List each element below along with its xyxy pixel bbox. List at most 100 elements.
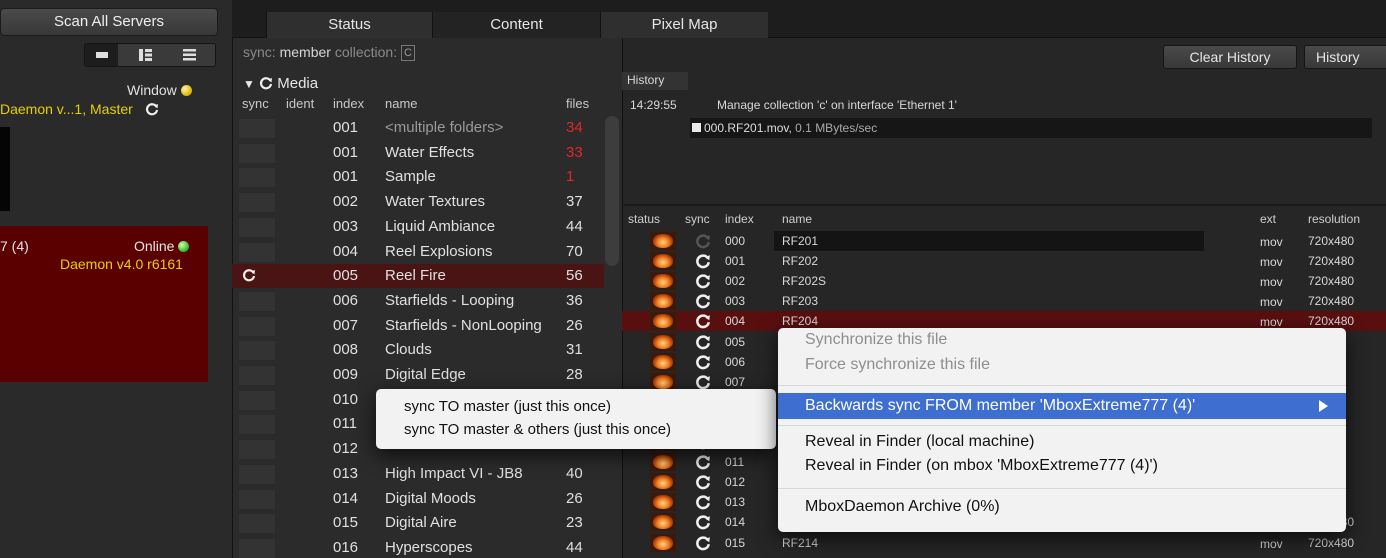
menu-item-sync-to-master[interactable]: sync TO master (just this once)	[404, 398, 611, 415]
menu-item-force-synchronize[interactable]: Force synchronize this file	[805, 356, 990, 374]
col-file-index[interactable]: index	[725, 212, 754, 226]
sync-cell[interactable]	[238, 414, 276, 436]
sync-cell[interactable]	[238, 167, 276, 189]
tab-pixel-map[interactable]: Pixel Map	[600, 12, 768, 38]
server-daemon-row[interactable]: Daemon v...1, Master	[0, 101, 159, 117]
list-view-button[interactable]	[173, 44, 206, 66]
col-files[interactable]: files	[566, 96, 589, 111]
menu-item-reveal-mbox[interactable]: Reveal in Finder (on mbox 'MboxExtreme77…	[805, 457, 1158, 475]
collection-label: collection:	[334, 44, 398, 60]
menu-item-daemon-archive[interactable]: MboxDaemon Archive (0%)	[805, 498, 1000, 516]
file-row[interactable]: 002 RF202S mov 720x480	[622, 271, 1386, 291]
view-mode-toggle[interactable]	[84, 43, 216, 67]
content-row[interactable]: 014 Digital Moods 26	[232, 487, 604, 511]
file-thumbnail	[650, 533, 676, 552]
row-index: 014	[333, 489, 359, 507]
sync-icon[interactable]	[242, 268, 256, 282]
tab-status[interactable]: Status	[266, 12, 432, 38]
sync-icon[interactable]	[695, 253, 711, 269]
col-resolution[interactable]: resolution	[1308, 212, 1360, 226]
menu-item-backwards-sync[interactable]: Backwards sync FROM member 'MboxExtreme7…	[778, 393, 1346, 419]
file-row[interactable]: 003 RF203 mov 720x480	[622, 291, 1386, 311]
file-index: 012	[725, 475, 746, 490]
pane-divider[interactable]	[208, 226, 232, 558]
content-row[interactable]: 008 Clouds 31	[232, 338, 604, 362]
col-ext[interactable]: ext	[1260, 212, 1276, 226]
sync-cell[interactable]	[238, 142, 276, 164]
content-row[interactable]: 005 Reel Fire 56	[232, 264, 604, 289]
tab-content[interactable]: Content	[432, 12, 600, 38]
history-button[interactable]: History	[1304, 45, 1386, 69]
sync-cell[interactable]	[238, 439, 276, 461]
file-thumbnail	[650, 232, 676, 250]
sync-icon[interactable]	[695, 374, 711, 390]
sync-icon[interactable]	[695, 514, 711, 530]
sync-icon[interactable]	[695, 474, 711, 490]
content-row[interactable]: 007 Starfields - NonLooping 26	[232, 314, 604, 338]
grid-view-button[interactable]	[129, 44, 162, 66]
list-view-icon	[183, 49, 196, 61]
file-row[interactable]: 001 RF202 mov 720x480	[622, 251, 1386, 271]
col-index[interactable]: index	[333, 96, 364, 111]
sync-cell[interactable]	[238, 537, 276, 558]
history-message: Manage collection 'c' on interface 'Ethe…	[717, 98, 957, 112]
file-row[interactable]: 000 RF201 mov 720x480	[622, 231, 1386, 251]
clear-history-button[interactable]: Clear History	[1163, 45, 1297, 69]
content-row[interactable]: 004 Reel Explosions 70	[232, 240, 604, 264]
sync-icon[interactable]	[695, 535, 711, 551]
collection-value[interactable]: C	[400, 45, 415, 62]
sync-cell[interactable]	[238, 241, 276, 263]
col-sync[interactable]: sync	[242, 96, 269, 111]
sync-icon[interactable]	[695, 494, 711, 510]
content-row[interactable]: 001 <multiple folders> 34	[232, 116, 604, 140]
menu-item-synchronize-file[interactable]: Synchronize this file	[805, 331, 947, 349]
file-name: RF201	[782, 234, 819, 248]
server-window-row[interactable]: Window	[127, 82, 192, 98]
row-name: Reel Fire	[385, 267, 446, 285]
sync-icon[interactable]	[695, 233, 711, 249]
col-ident[interactable]: ident	[286, 96, 314, 111]
single-view-button[interactable]	[85, 44, 118, 66]
sync-cell[interactable]	[238, 118, 276, 139]
content-row[interactable]: 015 Digital Aire 23	[232, 511, 604, 535]
file-resolution: 720x480	[1308, 294, 1355, 309]
tab-bar: Status Content Pixel Map	[232, 0, 1386, 38]
panel-splitter[interactable]	[622, 204, 1386, 206]
sync-cell[interactable]	[238, 389, 276, 411]
sync-icon[interactable]	[695, 334, 711, 350]
sync-cell[interactable]	[238, 340, 276, 362]
content-scrollbar[interactable]	[605, 116, 619, 266]
sync-cell[interactable]	[238, 192, 276, 214]
row-name: Starfields - NonLooping	[385, 316, 542, 334]
sync-icon[interactable]	[695, 293, 711, 309]
menu-item-sync-to-master-others[interactable]: sync TO master & others (just this once)	[404, 421, 671, 438]
content-row[interactable]: 001 Sample 1	[232, 165, 604, 189]
scan-all-servers-button[interactable]: Scan All Servers	[0, 8, 218, 36]
sync-icon[interactable]	[695, 273, 711, 289]
content-row[interactable]: 002 Water Textures 37	[232, 190, 604, 214]
content-row[interactable]: 013 High Impact VI - JB8 40	[232, 462, 604, 486]
sync-cell[interactable]	[238, 513, 276, 535]
sync-cell[interactable]	[238, 488, 276, 510]
sync-cell[interactable]	[238, 365, 276, 386]
sync-icon[interactable]	[695, 454, 711, 470]
sync-cell[interactable]	[238, 216, 276, 238]
content-row[interactable]: 003 Liquid Ambiance 44	[232, 215, 604, 239]
content-row[interactable]: 009 Digital Edge 28	[232, 363, 604, 387]
content-row[interactable]: 006 Starfields - Looping 36	[232, 289, 604, 313]
menu-item-reveal-local[interactable]: Reveal in Finder (local machine)	[805, 433, 1034, 451]
media-group-header[interactable]: ▼ Media	[243, 75, 318, 92]
content-row[interactable]: 016 Hyperscopes 44	[232, 536, 604, 558]
col-file-sync[interactable]: sync	[685, 212, 710, 226]
file-row[interactable]: 015 RF214 mov 720x480	[622, 533, 1386, 553]
col-file-name[interactable]: name	[782, 212, 812, 226]
col-status[interactable]: status	[628, 212, 660, 226]
sync-cell[interactable]	[238, 290, 276, 312]
sync-icon[interactable]	[695, 354, 711, 370]
content-row[interactable]: 001 Water Effects 33	[232, 141, 604, 165]
sync-icon[interactable]	[695, 313, 711, 329]
disclosure-triangle-icon[interactable]: ▼	[243, 77, 255, 91]
col-name[interactable]: name	[385, 96, 418, 111]
sync-cell[interactable]	[238, 315, 276, 337]
sync-cell[interactable]	[238, 463, 276, 485]
